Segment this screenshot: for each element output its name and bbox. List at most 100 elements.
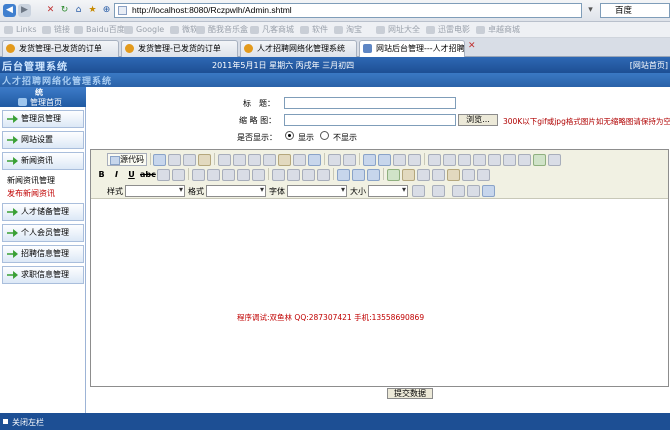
subscript-icon[interactable] xyxy=(157,169,170,181)
home-icon[interactable]: ⌂ xyxy=(72,4,85,17)
outdent-icon[interactable] xyxy=(222,169,235,181)
editor-content-text[interactable]: 程序调试:双鱼林 QQ:287307421 手机:13558690869 xyxy=(237,312,424,323)
indent-icon[interactable] xyxy=(237,169,250,181)
address-bar[interactable]: http://localhost:8080/Rczpwlh/Admin.shtm… xyxy=(114,3,582,18)
bookmark-item[interactable]: 链接 xyxy=(42,24,70,36)
smiley-icon[interactable] xyxy=(447,169,460,181)
size-select[interactable] xyxy=(368,185,408,197)
bookmark-item[interactable]: Google xyxy=(124,24,164,36)
bookmark-item[interactable]: 淘宝 xyxy=(334,24,362,36)
show-yes-radio[interactable] xyxy=(285,131,294,140)
back-icon[interactable]: ◀ xyxy=(3,4,16,17)
spellcheck-icon[interactable] xyxy=(308,154,321,166)
cut-icon[interactable] xyxy=(218,154,231,166)
bookmark-item[interactable]: 微软 xyxy=(170,24,198,36)
remove-format-icon[interactable] xyxy=(408,154,421,166)
link-icon[interactable] xyxy=(337,169,350,181)
browse-button[interactable]: 浏览... xyxy=(458,114,498,126)
submit-button[interactable]: 提交数据 xyxy=(387,388,433,399)
bookmark-item[interactable]: 酷我音乐盒 xyxy=(196,24,248,36)
bookmark-icon[interactable]: ⊕ xyxy=(100,4,113,17)
ordered-list-icon[interactable] xyxy=(192,169,205,181)
sidebar-item-talent-pool[interactable]: 人才储备管理 xyxy=(2,203,84,221)
underline-icon[interactable]: U xyxy=(125,170,138,179)
close-sidebar-link[interactable]: 关闭左栏 xyxy=(12,417,44,428)
bookmark-item[interactable]: 迅雷电影 xyxy=(426,24,470,36)
anchor-icon[interactable] xyxy=(367,169,380,181)
about-icon[interactable] xyxy=(482,185,495,197)
bookmark-item[interactable]: Links xyxy=(4,24,37,36)
bookmark-item[interactable]: 凡客商城 xyxy=(250,24,294,36)
textfield-icon[interactable] xyxy=(473,154,486,166)
select-field-icon[interactable] xyxy=(503,154,516,166)
bookmark-item[interactable]: 软件 xyxy=(300,24,328,36)
sidebar-item-job-seeking[interactable]: 求职信息管理 xyxy=(2,266,84,284)
replace-icon[interactable] xyxy=(378,154,391,166)
bold-icon[interactable]: B xyxy=(95,170,108,179)
page-break-icon[interactable] xyxy=(477,169,490,181)
flash-icon[interactable] xyxy=(402,169,415,181)
image-button-icon[interactable] xyxy=(533,154,546,166)
sidebar-item-news[interactable]: 新闻资讯 xyxy=(2,152,84,170)
redo-icon[interactable] xyxy=(343,154,356,166)
save-icon[interactable] xyxy=(153,154,166,166)
print-icon[interactable] xyxy=(293,154,306,166)
font-select[interactable] xyxy=(287,185,347,197)
textarea-icon[interactable] xyxy=(488,154,501,166)
refresh-icon[interactable]: ↻ xyxy=(58,4,71,17)
tab-orders-1[interactable]: 发货管理-已发货的订单 xyxy=(2,40,119,57)
stop-icon[interactable]: ✕ xyxy=(44,4,57,17)
search-box[interactable]: 百度 xyxy=(600,3,670,18)
template-icon[interactable] xyxy=(198,154,211,166)
show-blocks-icon[interactable] xyxy=(467,185,480,197)
sidebar-item-admin[interactable]: 管理员管理 xyxy=(2,110,84,128)
align-left-icon[interactable] xyxy=(272,169,285,181)
site-home-link[interactable]: [网站首页] xyxy=(630,60,668,71)
copy-icon[interactable] xyxy=(233,154,246,166)
bookmark-item[interactable]: Baidu百度 xyxy=(74,24,125,36)
forward-icon[interactable]: ▶ xyxy=(18,4,31,17)
align-justify-icon[interactable] xyxy=(317,169,330,181)
thumb-input[interactable] xyxy=(284,114,456,126)
sidebar-subitem-news-manage[interactable]: 新闻资讯管理 xyxy=(7,175,55,186)
superscript-icon[interactable] xyxy=(172,169,185,181)
sidebar-item-members[interactable]: 个人会员管理 xyxy=(2,224,84,242)
dropdown-icon[interactable]: ▾ xyxy=(584,4,597,17)
undo-icon[interactable] xyxy=(328,154,341,166)
checkbox-icon[interactable] xyxy=(443,154,456,166)
align-right-icon[interactable] xyxy=(302,169,315,181)
horizontal-rule-icon[interactable] xyxy=(432,169,445,181)
tab-admin[interactable]: 网站后台管理---人才招聘... xyxy=(359,40,465,57)
maximize-icon[interactable] xyxy=(452,185,465,197)
paste-word-icon[interactable] xyxy=(278,154,291,166)
select-all-icon[interactable] xyxy=(393,154,406,166)
find-icon[interactable] xyxy=(363,154,376,166)
paste-text-icon[interactable] xyxy=(263,154,276,166)
button-field-icon[interactable] xyxy=(518,154,531,166)
bookmark-item[interactable]: 网址大全 xyxy=(376,24,420,36)
new-page-icon[interactable] xyxy=(168,154,181,166)
image-icon[interactable] xyxy=(387,169,400,181)
text-color-icon[interactable] xyxy=(412,185,425,197)
form-icon[interactable] xyxy=(428,154,441,166)
bullet-list-icon[interactable] xyxy=(207,169,220,181)
style-select[interactable] xyxy=(125,185,185,197)
paste-icon[interactable] xyxy=(248,154,261,166)
close-tab-icon[interactable]: ✕ xyxy=(468,41,476,51)
unlink-icon[interactable] xyxy=(352,169,365,181)
hidden-field-icon[interactable] xyxy=(548,154,561,166)
source-code-button[interactable]: 源代码 xyxy=(107,153,147,166)
table-icon[interactable] xyxy=(417,169,430,181)
strike-icon[interactable]: abc xyxy=(140,170,156,179)
title-input[interactable] xyxy=(284,97,456,109)
tab-orders-2[interactable]: 发货管理-已发货的订单 xyxy=(121,40,238,57)
special-char-icon[interactable] xyxy=(462,169,475,181)
preview-icon[interactable] xyxy=(183,154,196,166)
bg-color-icon[interactable] xyxy=(432,185,445,197)
blockquote-icon[interactable] xyxy=(252,169,265,181)
tab-recruitment-system[interactable]: 人才招聘网络化管理系统 xyxy=(240,40,357,57)
bookmark-item[interactable]: 卓越商城 xyxy=(476,24,520,36)
sidebar-item-site-settings[interactable]: 网站设置 xyxy=(2,131,84,149)
sidebar-subitem-publish-news[interactable]: 发布新闻资讯 xyxy=(7,188,55,199)
sidebar-item-recruitment[interactable]: 招聘信息管理 xyxy=(2,245,84,263)
